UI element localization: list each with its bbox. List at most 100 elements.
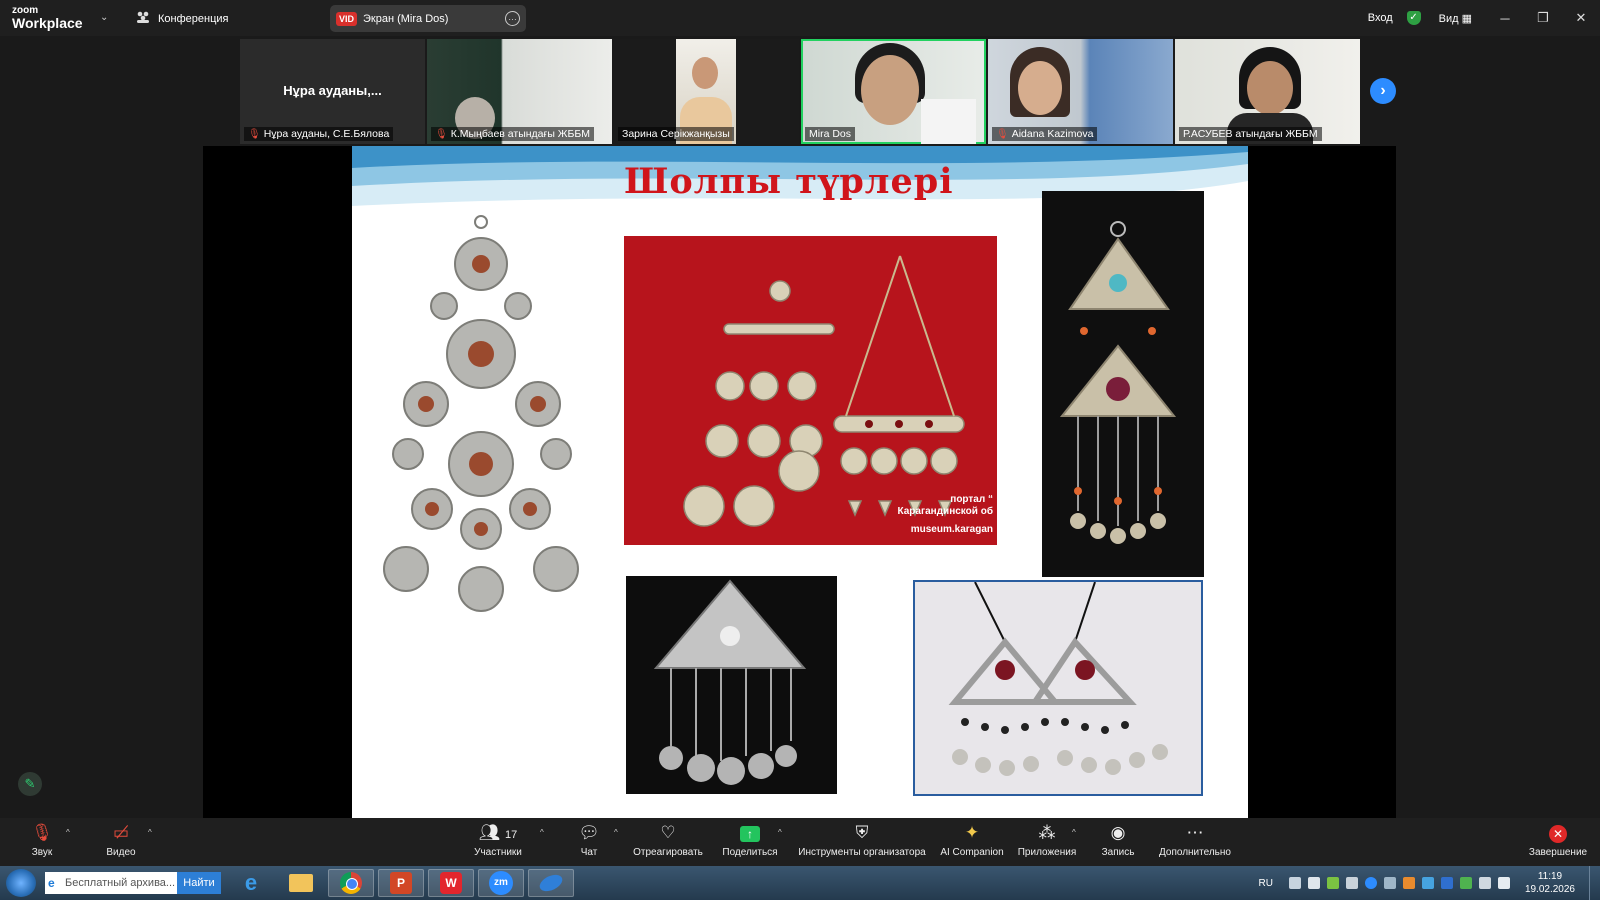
chat-button[interactable]: 💬︎ Чат bbox=[574, 822, 604, 858]
zoom-icon: zm bbox=[489, 871, 513, 895]
record-icon: ◉ bbox=[1110, 823, 1126, 842]
folder-icon bbox=[289, 874, 313, 892]
find-button[interactable]: Найти bbox=[177, 872, 221, 894]
audio-button[interactable]: 🎙︎ Звук bbox=[22, 822, 62, 858]
participant-title: Нұра ауданы,... bbox=[283, 83, 382, 98]
apps-button[interactable]: ⁂ Приложения bbox=[1016, 822, 1078, 858]
mic-muted-icon: 🎙︎ bbox=[31, 823, 53, 842]
minimize-button[interactable]: ─ bbox=[1486, 11, 1524, 26]
tray-icon[interactable] bbox=[1421, 877, 1434, 889]
participant-tile[interactable]: 🎙︎ Aidana Kazimova bbox=[988, 39, 1173, 144]
share-screen-button[interactable]: ↑ Поделиться bbox=[720, 822, 780, 858]
taskbar-chrome[interactable] bbox=[328, 869, 374, 897]
chevron-down-icon[interactable]: ⌄ bbox=[100, 12, 108, 23]
shield-icon: ⛨ bbox=[855, 823, 869, 842]
slide-title: Шолпы түрлері bbox=[624, 161, 954, 202]
conference-info-button[interactable]: Конференция bbox=[136, 11, 228, 26]
react-button[interactable]: ♡ Отреагировать bbox=[630, 822, 706, 858]
windows-taskbar: e Бесплатный архива... Найти e P W zm RU bbox=[0, 866, 1600, 900]
participant-strip: Нұра ауданы,... 🎙︎ Нұра ауданы, С.Е.Бялов… bbox=[240, 39, 1360, 144]
chrome-icon bbox=[340, 872, 362, 894]
taskbar-app[interactable] bbox=[528, 869, 574, 897]
participant-name: Mira Dos bbox=[805, 127, 856, 141]
turquoise-pendant-image bbox=[1059, 221, 1177, 544]
clock[interactable]: 11:19 19.02.2026 bbox=[1525, 870, 1575, 896]
participant-name: 🎙︎ К.Мыңбаев атындағы ЖББМ bbox=[431, 127, 595, 141]
triangle-pendant-bw-image bbox=[653, 579, 807, 785]
meeting-toolbar: 🎙︎ Звук ^ ▭̸ Видео ^ 👥︎ 17 Участники ^ 💬… bbox=[0, 818, 1600, 866]
taskbar-wps[interactable]: W bbox=[428, 869, 474, 897]
system-tray: RU 11:19 19.02.2026 bbox=[1258, 866, 1600, 900]
jewelry-photo-earrings bbox=[913, 580, 1203, 796]
close-window-button[interactable]: ✕ bbox=[1562, 10, 1600, 26]
powerpoint-icon: P bbox=[390, 872, 412, 894]
grid-icon: ▦ bbox=[1461, 12, 1472, 25]
mic-muted-icon: 🎙︎ bbox=[248, 128, 261, 140]
volume-icon[interactable] bbox=[1497, 877, 1510, 889]
jewelry-photo-silver-pendant bbox=[360, 214, 602, 624]
record-button[interactable]: ◉ Запись bbox=[1098, 822, 1138, 858]
participant-name: 🎙︎ Нұра ауданы, С.Е.Бялова bbox=[244, 127, 394, 141]
security-shield-icon[interactable]: ✓ bbox=[1406, 11, 1421, 25]
taskbar-file-explorer[interactable] bbox=[278, 869, 324, 897]
title-bar: zoom Workplace ⌄ Конференция VID Экран (… bbox=[0, 0, 1600, 36]
participant-tile[interactable]: Нұра ауданы,... 🎙︎ Нұра ауданы, С.Е.Бялов… bbox=[240, 39, 425, 144]
restore-button[interactable]: ❐ bbox=[1524, 10, 1562, 26]
participants-button[interactable]: 👥︎ 17 Участники bbox=[468, 822, 528, 858]
ai-companion-button[interactable]: ✦ AI Companion bbox=[940, 822, 1004, 858]
bluetooth-icon[interactable] bbox=[1440, 877, 1453, 889]
show-desktop-button[interactable] bbox=[1589, 866, 1600, 900]
chat-options-chevron-icon[interactable]: ^ bbox=[614, 828, 618, 837]
annotate-pencil-icon[interactable]: ✎ bbox=[18, 772, 42, 796]
more-options-icon[interactable]: … bbox=[505, 11, 520, 26]
presentation-slide: Шолпы түрлері портал “ Карагандинской об… bbox=[352, 146, 1248, 818]
jewelry-photo-red-background: портал “ Карагандинской об museum.karaga… bbox=[624, 236, 997, 545]
next-participants-button[interactable]: › bbox=[1370, 78, 1396, 104]
sign-in-link[interactable]: Вход bbox=[1368, 12, 1393, 24]
participants-icon: 👥︎ bbox=[478, 823, 501, 842]
video-button[interactable]: ▭̸ Видео bbox=[100, 822, 142, 858]
participant-face bbox=[1018, 61, 1062, 115]
taskbar-zoom[interactable]: zm bbox=[478, 869, 524, 897]
participant-tile[interactable]: Р.АСУБЕВ атындағы ЖББМ bbox=[1175, 39, 1360, 144]
participant-tile[interactable]: Зарина Серікжанқызы bbox=[614, 39, 799, 144]
more-button[interactable]: ⋯ Дополнительно bbox=[1156, 822, 1234, 858]
photo-watermark: портал “ Карагандинской об museum.karaga… bbox=[897, 494, 993, 535]
security-icon[interactable] bbox=[1459, 877, 1472, 889]
jewelry-photo-black-white bbox=[626, 576, 837, 794]
taskbar-internet-explorer[interactable]: e bbox=[228, 869, 274, 897]
apps-options-chevron-icon[interactable]: ^ bbox=[1072, 828, 1076, 837]
participant-tile[interactable]: 🎙︎ К.Мыңбаев атындағы ЖББМ bbox=[427, 39, 612, 144]
participant-tile-active-speaker[interactable]: Mira Dos bbox=[801, 39, 986, 144]
flag-icon[interactable] bbox=[1345, 877, 1358, 889]
screen-share-indicator[interactable]: VID Экран (Mira Dos) … bbox=[330, 5, 526, 32]
zoom-tray-icon[interactable] bbox=[1364, 877, 1377, 889]
participant-face bbox=[692, 57, 718, 89]
windows-start-button[interactable] bbox=[6, 869, 36, 897]
tray-icon[interactable] bbox=[1383, 877, 1396, 889]
shuplu-pendant-image bbox=[383, 215, 579, 612]
wps-icon: W bbox=[440, 872, 462, 894]
web-search-input[interactable]: e Бесплатный архива... bbox=[45, 872, 177, 894]
close-icon: ✕ bbox=[1549, 825, 1567, 843]
share-options-chevron-icon[interactable]: ^ bbox=[778, 828, 782, 837]
tray-icon[interactable] bbox=[1307, 877, 1320, 889]
mic-muted-icon: 🎙︎ bbox=[996, 128, 1009, 140]
audio-options-chevron-icon[interactable]: ^ bbox=[66, 828, 70, 837]
participants-count: 17 bbox=[505, 829, 518, 841]
participant-name: Зарина Серікжанқызы bbox=[618, 127, 734, 141]
vid-badge: VID bbox=[336, 11, 358, 26]
video-options-chevron-icon[interactable]: ^ bbox=[148, 828, 152, 837]
tray-icon[interactable] bbox=[1402, 877, 1415, 889]
participants-options-chevron-icon[interactable]: ^ bbox=[540, 828, 544, 837]
host-tools-button[interactable]: ⛨ Инструменты организатора bbox=[798, 822, 926, 858]
tray-icon[interactable] bbox=[1326, 877, 1339, 889]
language-indicator[interactable]: RU bbox=[1258, 878, 1272, 889]
end-meeting-button[interactable]: ✕ Завершение bbox=[1526, 822, 1590, 858]
taskbar-powerpoint[interactable]: P bbox=[378, 869, 424, 897]
participant-face bbox=[1247, 61, 1293, 115]
tray-icon[interactable] bbox=[1288, 877, 1301, 889]
jewelry-photo-turquoise-pendant bbox=[1042, 191, 1204, 577]
network-icon[interactable] bbox=[1478, 877, 1491, 889]
view-button[interactable]: Вид ▦ bbox=[1439, 12, 1472, 25]
